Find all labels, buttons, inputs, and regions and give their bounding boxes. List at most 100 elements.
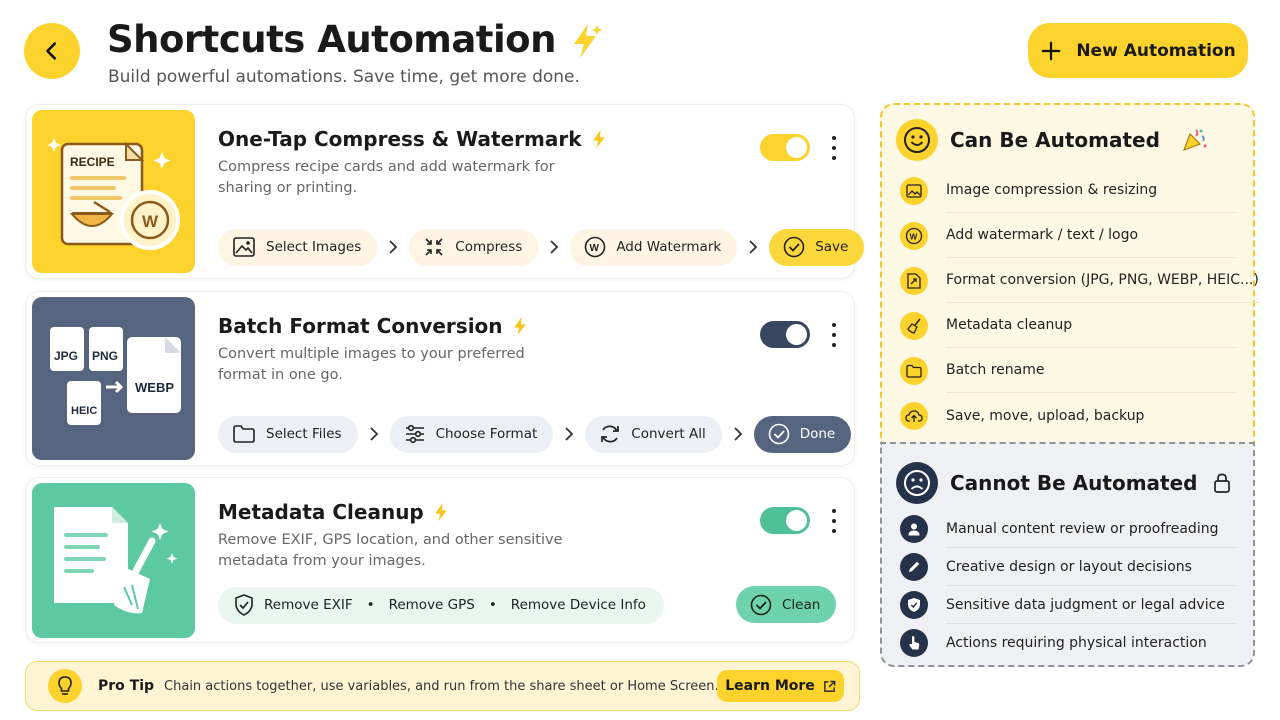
list-item: Metadata cleanup	[900, 303, 1236, 348]
check-circle-icon	[783, 236, 805, 258]
automation-card-batch-conversion: JPG PNG HEIC WEBP Batch Format Conversio…	[25, 291, 855, 466]
page-title-text: Shortcuts Automation	[107, 18, 556, 61]
automation-toggle[interactable]	[760, 134, 810, 161]
person-icon	[900, 515, 928, 543]
card-title: One-Tap Compress & Watermark	[218, 127, 608, 151]
pro-tip-label: Pro Tip	[98, 678, 155, 694]
option-remove-device-info: Remove Device Info	[510, 597, 646, 613]
card-title: Batch Format Conversion	[218, 314, 529, 338]
list-item: Save, move, upload, backup	[900, 393, 1236, 438]
cleanup-options: Remove EXIF • Remove GPS • Remove Device…	[218, 586, 664, 624]
option-remove-gps: Remove GPS	[388, 597, 475, 613]
plus-icon	[1041, 41, 1061, 60]
image-icon	[233, 237, 255, 257]
svg-text:RECIPE: RECIPE	[70, 155, 115, 169]
can-automate-list: Image compression & resizing W Add water…	[900, 168, 1259, 438]
shield-check-icon	[235, 594, 253, 616]
external-link-icon	[823, 680, 836, 692]
format-thumbnail: JPG PNG HEIC WEBP	[32, 297, 195, 460]
chevron-right-icon	[749, 240, 758, 254]
check-circle-icon	[768, 423, 790, 445]
party-popper-icon	[1182, 129, 1207, 152]
lightning-icon	[513, 316, 526, 336]
folder-icon	[900, 356, 928, 385]
list-item: Batch rename	[900, 348, 1236, 393]
shield-check-icon	[900, 591, 928, 619]
cloud-upload-icon	[900, 401, 928, 430]
bullet-separator: •	[488, 597, 497, 613]
new-automation-button[interactable]: New Automation	[1028, 23, 1248, 78]
format-label-jpg: JPG	[54, 349, 78, 363]
lightning-icon	[573, 23, 602, 58]
smile-icon	[896, 119, 938, 161]
file-formats-icon: JPG PNG HEIC WEBP	[50, 327, 181, 425]
watermark-icon: W	[900, 221, 928, 250]
learn-more-button[interactable]: Learn More	[717, 670, 844, 702]
cannot-automate-panel: Cannot Be Automated Manual content revie…	[880, 442, 1255, 667]
frown-icon	[896, 462, 938, 504]
chevron-left-icon	[46, 42, 57, 60]
new-automation-label: New Automation	[1076, 40, 1236, 61]
broom-icon	[900, 311, 928, 340]
chevron-right-icon	[389, 240, 398, 254]
chevron-right-icon	[565, 427, 574, 441]
compress-icon	[425, 238, 443, 256]
document-broom-icon	[54, 507, 178, 614]
lightning-icon	[592, 129, 605, 149]
recipe-thumbnail: RECIPE W	[32, 110, 195, 273]
lightbulb-icon	[48, 669, 82, 703]
recipe-card-icon: RECIPE W	[47, 138, 180, 250]
page-title: Shortcuts Automation	[107, 18, 606, 61]
step-compress[interactable]: Compress	[409, 228, 539, 266]
card-description: Compress recipe cards and add watermark …	[218, 159, 555, 196]
sliders-icon	[405, 424, 424, 444]
svg-text:W: W	[910, 232, 918, 241]
clean-button[interactable]: Clean	[736, 586, 837, 623]
pencil-icon	[900, 553, 928, 581]
list-item: Image compression & resizing	[900, 168, 1236, 213]
page-subtitle: Build powerful automations. Save time, g…	[108, 67, 580, 87]
list-item: Creative design or layout decisions	[900, 548, 1236, 586]
card-description: Remove EXIF, GPS location, and other sen…	[218, 532, 563, 569]
step-done[interactable]: Done	[753, 415, 852, 453]
step-chain: Select Images Compress W Add Watermark S…	[218, 228, 865, 266]
lock-icon	[1214, 473, 1231, 493]
step-add-watermark[interactable]: W Add Watermark	[570, 228, 738, 266]
svg-text:W: W	[590, 243, 600, 254]
chevron-right-icon	[369, 427, 378, 441]
svg-text:W: W	[142, 212, 159, 231]
image-icon	[900, 176, 928, 205]
list-item: Manual content review or proofreading	[900, 510, 1236, 548]
bullet-separator: •	[366, 597, 375, 613]
automation-card-metadata-cleanup: Metadata Cleanup Remove EXIF, GPS locati…	[25, 477, 855, 643]
hand-tap-icon	[900, 629, 928, 657]
automation-toggle[interactable]	[760, 321, 810, 348]
cannot-automate-header: Cannot Be Automated	[896, 462, 1231, 504]
cleanup-options-pill[interactable]: Remove EXIF • Remove GPS • Remove Device…	[218, 586, 664, 624]
step-save[interactable]: Save	[769, 228, 865, 266]
list-item: Actions requiring physical interaction	[900, 624, 1236, 662]
step-convert-all[interactable]: Convert All	[585, 415, 722, 453]
step-select-images[interactable]: Select Images	[218, 228, 378, 266]
refresh-icon	[601, 425, 620, 443]
step-choose-format[interactable]: Choose Format	[389, 415, 554, 453]
pro-tip-text: Chain actions together, use variables, a…	[164, 678, 719, 694]
step-chain: Select Files Choose Format Convert All D…	[218, 415, 852, 453]
chevron-right-icon	[550, 240, 559, 254]
more-options-icon[interactable]	[826, 323, 842, 347]
lightning-icon	[434, 502, 447, 522]
back-button[interactable]	[24, 23, 80, 79]
check-circle-icon	[750, 594, 772, 615]
more-options-icon[interactable]	[826, 509, 842, 533]
automation-toggle[interactable]	[760, 507, 810, 534]
format-label-png: PNG	[92, 349, 118, 363]
list-item: W Add watermark / text / logo	[900, 213, 1236, 258]
format-label-webp: WEBP	[135, 380, 174, 395]
pro-tip-bar: Pro Tip Chain actions together, use vari…	[25, 661, 860, 711]
cleanup-thumbnail	[32, 483, 195, 638]
option-remove-exif: Remove EXIF	[264, 597, 353, 613]
format-label-heic: HEIC	[71, 405, 97, 417]
automation-card-compress-watermark: RECIPE W One-Tap Compress & Watermark Co…	[25, 104, 865, 279]
step-select-files[interactable]: Select Files	[218, 415, 358, 453]
more-options-icon[interactable]	[826, 136, 842, 160]
